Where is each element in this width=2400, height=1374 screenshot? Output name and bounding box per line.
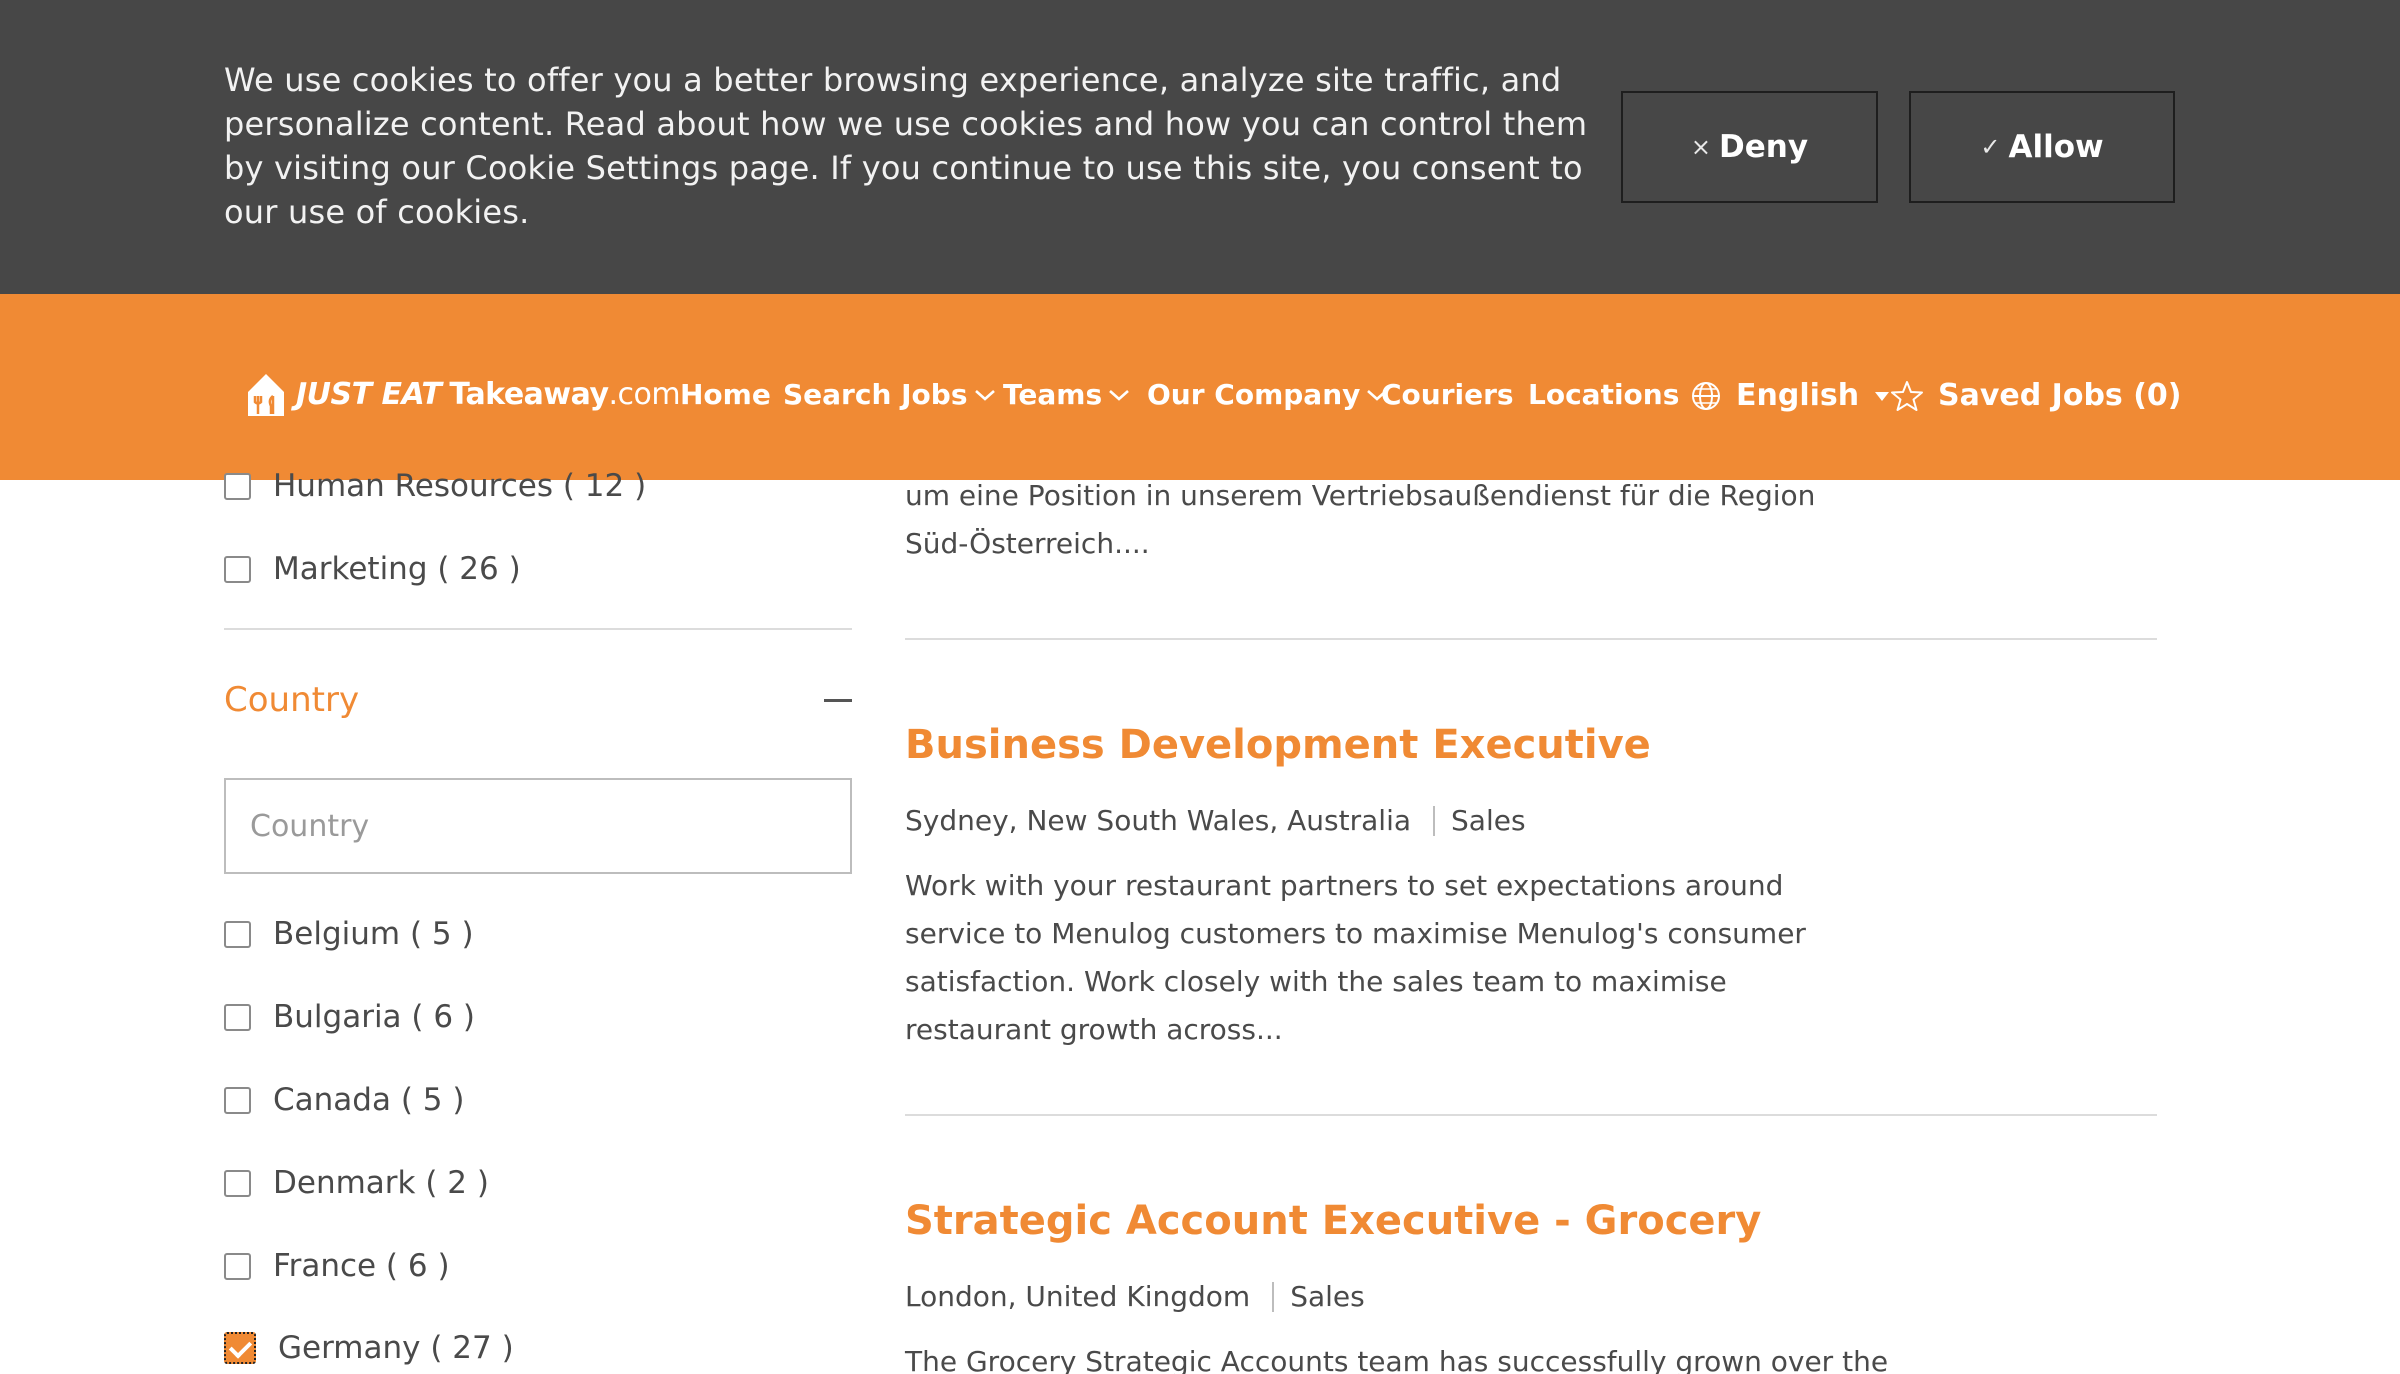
caret-down-icon <box>1875 391 1890 401</box>
chevron-down-icon <box>974 389 995 401</box>
meta-separator <box>1433 805 1436 836</box>
checkbox-checked[interactable] <box>224 1332 256 1364</box>
checkbox[interactable] <box>224 1169 251 1197</box>
cookie-banner: We use cookies to offer you a better bro… <box>0 0 2400 294</box>
country-filter-header[interactable]: Country <box>224 680 852 720</box>
deny-cookies-button[interactable]: × Deny <box>1621 91 1878 203</box>
checkbox[interactable] <box>224 1086 251 1114</box>
job-description: The Grocery Strategic Accounts team has … <box>905 1345 1889 1374</box>
logo-wordmark: JUST EAT Takeaway.com <box>296 376 681 412</box>
filter-option-denmark[interactable]: Denmark ( 2 ) <box>224 1165 489 1201</box>
nav-home[interactable]: Home <box>680 378 771 411</box>
job-location: Sydney, New South Wales, Australia <box>905 804 1412 837</box>
filter-option-human-resources[interactable]: Human Resources ( 12 ) <box>224 468 646 504</box>
star-icon <box>1891 380 1923 411</box>
deny-label: Deny <box>1719 129 1809 165</box>
job-team: Sales <box>1290 1280 1365 1313</box>
meta-separator <box>1272 1281 1275 1312</box>
language-label: English <box>1736 378 1860 413</box>
close-icon: × <box>1690 133 1712 161</box>
filter-option-bulgaria[interactable]: Bulgaria ( 6 ) <box>224 999 475 1035</box>
checkbox[interactable] <box>224 472 251 500</box>
country-filter-title: Country <box>224 680 360 720</box>
job-team: Sales <box>1451 804 1526 837</box>
nav-search-jobs[interactable]: Search Jobs <box>783 378 996 411</box>
cookie-banner-text: We use cookies to offer you a better bro… <box>224 61 1588 231</box>
saved-jobs-link[interactable]: Saved Jobs (0) <box>1890 378 2182 413</box>
allow-label: Allow <box>2008 129 2104 165</box>
collapse-icon[interactable] <box>824 698 852 702</box>
globe-icon <box>1692 381 1720 410</box>
job-divider <box>905 638 2157 640</box>
job-divider <box>905 1114 2157 1116</box>
job-title-link[interactable]: Strategic Account Executive - Grocery <box>905 1198 1761 1244</box>
job-description: Work with your restaurant partners to se… <box>905 869 1806 1046</box>
checkbox[interactable] <box>224 1252 251 1280</box>
job-description-snippet: um eine Position in unserem Vertriebsauß… <box>905 479 1816 560</box>
job-meta: London, United Kingdom Sales <box>905 1280 1365 1313</box>
nav-our-company[interactable]: Our Company <box>1147 378 1388 411</box>
nav-couriers[interactable]: Couriers <box>1381 378 1514 411</box>
filter-option-belgium[interactable]: Belgium ( 5 ) <box>224 916 474 952</box>
job-meta: Sydney, New South Wales, Australia Sales <box>905 804 1526 837</box>
chevron-down-icon <box>1109 389 1129 401</box>
allow-cookies-button[interactable]: ✓ Allow <box>1909 91 2175 203</box>
site-logo[interactable]: JUST EAT Takeaway.com <box>244 370 681 418</box>
job-location: London, United Kingdom <box>905 1280 1251 1313</box>
checkbox[interactable] <box>224 1003 251 1031</box>
filter-divider <box>224 628 852 630</box>
nav-locations[interactable]: Locations <box>1528 378 1679 411</box>
filter-option-france[interactable]: France ( 6 ) <box>224 1248 450 1284</box>
check-icon: ✓ <box>1980 133 2001 161</box>
filter-option-canada[interactable]: Canada ( 5 ) <box>224 1082 464 1118</box>
country-search-input[interactable] <box>224 778 852 874</box>
job-title-link[interactable]: Business Development Executive <box>905 722 1651 768</box>
nav-teams[interactable]: Teams <box>1003 378 1130 411</box>
checkbox[interactable] <box>224 920 251 948</box>
language-selector[interactable]: English <box>1690 378 1891 413</box>
saved-jobs-label: Saved Jobs (0) <box>1938 378 2182 413</box>
house-logo-icon <box>248 374 284 416</box>
filter-option-germany[interactable]: Germany ( 27 ) <box>224 1330 514 1366</box>
filter-option-marketing[interactable]: Marketing ( 26 ) <box>224 551 521 587</box>
checkbox[interactable] <box>224 555 251 583</box>
